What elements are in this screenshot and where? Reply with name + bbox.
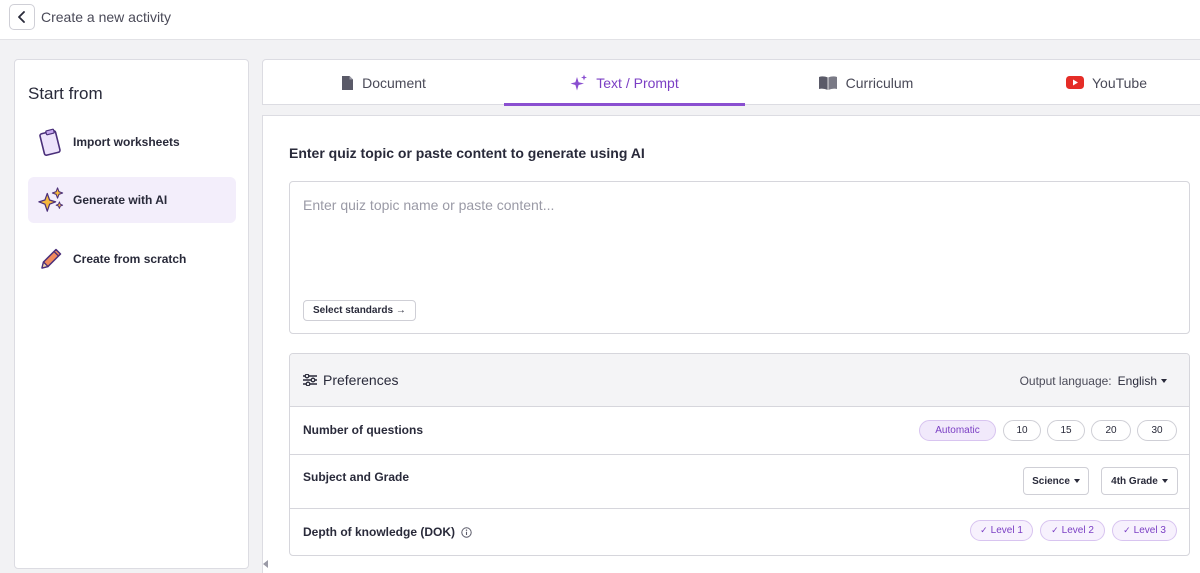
dok-label: Depth of knowledge (DOK) (303, 525, 455, 539)
source-tabs: Document Text / Prompt Curriculum YouTub… (262, 59, 1200, 106)
back-button[interactable] (9, 4, 35, 30)
dok-level-1[interactable]: ✓ Level 1 (970, 520, 1033, 541)
output-language-value: English (1117, 374, 1157, 388)
subject-grade-row: Subject and Grade Science 4th Grade (290, 455, 1189, 509)
questions-option-15[interactable]: 15 (1047, 420, 1085, 441)
dok-level-3[interactable]: ✓ Level 3 (1112, 520, 1177, 541)
tab-label: Curriculum (845, 74, 914, 91)
dok-row: Depth of knowledge (DOK) ✓ Level 1 ✓ Lev… (290, 509, 1189, 555)
subject-value: Science (1032, 475, 1070, 487)
info-icon[interactable] (461, 526, 472, 538)
dok-level-label: Level 3 (1133, 525, 1166, 536)
main-heading: Enter quiz topic or paste content to gen… (289, 145, 645, 161)
start-from-sidebar: Start from Import worksheets Generate wi… (14, 59, 249, 569)
tab-curriculum[interactable]: Curriculum (745, 60, 986, 105)
preferences-header: Preferences Output language: English (290, 354, 1189, 407)
preferences-panel: Preferences Output language: English Num… (289, 353, 1190, 556)
tab-document[interactable]: Document (263, 60, 504, 105)
subject-dropdown[interactable]: Science (1023, 467, 1089, 495)
sparkles-icon (37, 185, 65, 215)
questions-option-automatic[interactable]: Automatic (919, 420, 996, 441)
prompt-box: Select standards → (289, 181, 1190, 334)
row-label: Depth of knowledge (DOK) (303, 525, 472, 539)
document-icon (342, 75, 354, 90)
preferences-title-text: Preferences (323, 372, 399, 388)
pencil-icon (37, 244, 65, 274)
select-standards-button[interactable]: Select standards → (303, 300, 416, 321)
page-title: Create a new activity (41, 9, 171, 25)
caret-down-icon (1073, 479, 1080, 483)
row-label: Subject and Grade (303, 470, 410, 484)
caret-down-icon (1161, 479, 1168, 483)
main-panel: Enter quiz topic or paste content to gen… (262, 115, 1200, 573)
grade-value: 4th Grade (1111, 475, 1158, 487)
youtube-icon (1065, 76, 1084, 89)
tab-label: YouTube (1091, 74, 1147, 91)
questions-option-20[interactable]: 20 (1091, 420, 1131, 441)
sidebar-item-label: Import worksheets (73, 135, 180, 149)
check-icon: ✓ (1051, 525, 1059, 535)
sidebar-item-generate-with-ai[interactable]: Generate with AI (28, 177, 236, 223)
sparkle-icon (570, 74, 588, 90)
chevron-left-icon (18, 11, 25, 23)
tab-youtube[interactable]: YouTube (986, 60, 1200, 105)
grade-dropdown[interactable]: 4th Grade (1101, 467, 1178, 495)
sidebar-item-label: Generate with AI (73, 193, 168, 207)
dok-level-label: Level 2 (1061, 525, 1094, 536)
output-language-select[interactable]: English (1118, 374, 1167, 388)
sidebar-item-label: Create from scratch (73, 252, 187, 266)
output-language: Output language: English (1020, 374, 1167, 388)
tab-label: Text / Prompt (596, 74, 679, 91)
row-label: Number of questions (303, 423, 424, 437)
dok-level-label: Level 1 (990, 525, 1023, 536)
output-language-label: Output language: (1019, 374, 1112, 388)
sidebar-heading: Start from (28, 84, 103, 103)
number-of-questions-row: Number of questions Automatic 10 15 20 3… (290, 407, 1189, 455)
dok-level-2[interactable]: ✓ Level 2 (1040, 520, 1105, 541)
check-icon: ✓ (980, 525, 988, 535)
tab-text-prompt[interactable]: Text / Prompt (504, 60, 745, 106)
scroll-left-arrow[interactable] (263, 560, 268, 568)
sidebar-item-import-worksheets[interactable]: Import worksheets (28, 119, 236, 165)
sidebar-item-create-from-scratch[interactable]: Create from scratch (28, 236, 236, 282)
check-icon: ✓ (1123, 525, 1131, 535)
top-bar: Create a new activity (0, 0, 1200, 40)
tab-label: Document (362, 74, 426, 91)
questions-option-10[interactable]: 10 (1003, 420, 1041, 441)
book-icon (818, 75, 837, 90)
caret-down-icon (1161, 379, 1167, 383)
prompt-input[interactable] (290, 182, 1189, 292)
preferences-title: Preferences (303, 372, 398, 388)
clipboard-icon (37, 127, 65, 157)
questions-option-30[interactable]: 30 (1137, 420, 1177, 441)
sliders-icon (303, 374, 317, 386)
